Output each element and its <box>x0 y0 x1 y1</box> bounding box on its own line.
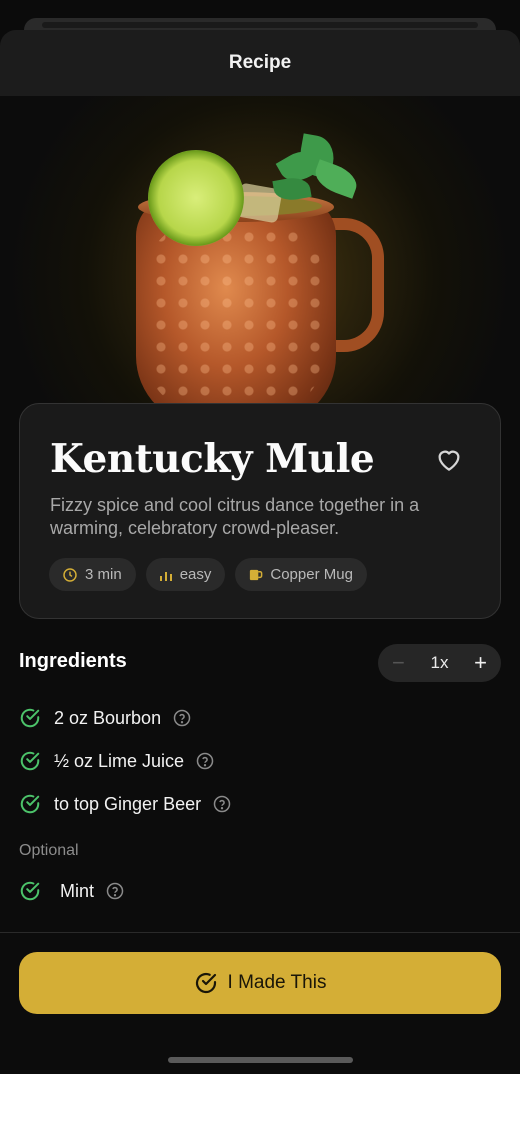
tag-difficulty: easy <box>145 558 226 591</box>
increase-servings-button[interactable]: + <box>474 650 487 676</box>
optional-ingredient-item[interactable]: Mint <box>19 878 124 904</box>
check-circle-icon <box>20 708 40 728</box>
check-circle-icon <box>20 794 40 814</box>
ingredient-label: ½ oz Lime Juice <box>54 750 185 771</box>
tag-time: 3 min <box>49 558 136 591</box>
help-icon[interactable] <box>213 795 231 813</box>
tag-glass: Copper Mug <box>235 558 367 591</box>
tag-difficulty-label: easy <box>179 566 212 583</box>
mug-icon <box>250 569 263 581</box>
help-icon[interactable] <box>196 752 214 770</box>
recipe-card: Kentucky Mule Fizzy spice and cool citru… <box>19 403 501 619</box>
mint-garnish-art <box>270 132 362 212</box>
mug-texture-art <box>150 226 320 406</box>
recipe-sheet: Recipe Kentucky Mule Fizzy spice and coo… <box>0 30 520 1074</box>
help-icon[interactable] <box>173 709 191 727</box>
ingredient-item[interactable]: to top Ginger Beer <box>19 791 231 817</box>
clock-icon <box>63 567 77 582</box>
recipe-tags: 3 min easy Copper Mug <box>49 558 367 591</box>
tag-glass-label: Copper Mug <box>270 566 353 583</box>
check-circle-icon <box>20 881 40 901</box>
app-screen: Recipe Kentucky Mule Fizzy spice and coo… <box>0 0 520 1074</box>
ingredient-item[interactable]: ½ oz Lime Juice <box>19 748 214 774</box>
ingredient-label: Mint <box>60 880 95 901</box>
help-icon[interactable] <box>106 882 124 900</box>
lime-wheel-art <box>148 150 244 246</box>
drink-image <box>0 96 520 426</box>
page-title: Recipe <box>228 52 292 73</box>
tag-time-label: 3 min <box>85 566 122 583</box>
recipe-description: Fizzy spice and cool citrus dance togeth… <box>50 495 420 538</box>
made-this-button[interactable]: I Made This <box>19 952 501 1014</box>
footer-divider <box>0 932 520 933</box>
heart-icon <box>438 450 460 471</box>
favorite-button[interactable] <box>434 444 464 474</box>
home-indicator[interactable] <box>168 1057 353 1063</box>
check-circle-icon <box>20 751 40 771</box>
optional-heading: Optional <box>19 842 79 859</box>
ingredient-item[interactable]: 2 oz Bourbon <box>19 705 191 731</box>
serving-stepper: − 1x + <box>378 644 501 682</box>
ingredient-label: 2 oz Bourbon <box>54 707 162 728</box>
ingredients-heading: Ingredients <box>19 650 127 672</box>
serving-multiplier: 1x <box>430 653 449 672</box>
ingredient-label: to top Ginger Beer <box>54 793 202 814</box>
recipe-title: Kentucky Mule <box>50 436 375 482</box>
sheet-header: Recipe <box>0 30 520 96</box>
decrease-servings-button[interactable]: − <box>392 650 405 676</box>
background-sheet-handle <box>42 22 478 28</box>
check-circle-icon <box>195 972 216 994</box>
difficulty-bars-icon <box>159 571 172 581</box>
made-this-label: I Made This <box>227 972 327 993</box>
